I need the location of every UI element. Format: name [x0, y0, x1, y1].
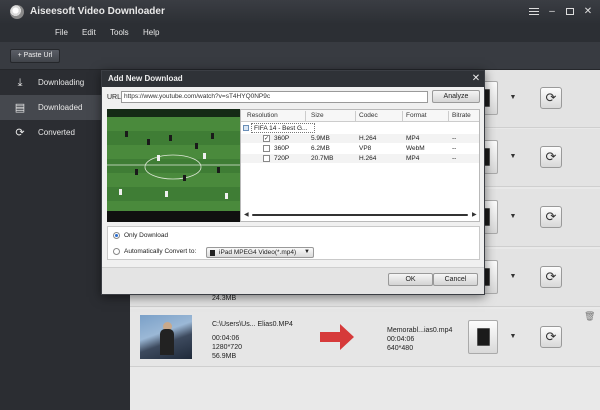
close-icon[interactable]: ✕: [468, 71, 484, 87]
refresh-icon[interactable]: ⟳: [540, 87, 562, 109]
source-resolution: 1280*720: [212, 344, 242, 351]
refresh-icon[interactable]: ⟳: [540, 146, 562, 168]
refresh-icon[interactable]: ⟳: [540, 266, 562, 288]
list-item[interactable]: 🗑 C:\Users\Us... Elias0.MP4 00:04:06 128…: [130, 309, 600, 367]
sidebar-item-label: Converted: [38, 128, 75, 137]
chevron-down-icon[interactable]: ▼: [508, 208, 518, 226]
column-header[interactable]: Codec: [359, 112, 378, 119]
video-preview: [107, 109, 240, 222]
menu-file[interactable]: File: [55, 28, 68, 37]
sidebar-item-label: Downloading: [38, 78, 85, 87]
cell-format: MP4: [406, 155, 420, 162]
video-thumbnail: [140, 315, 192, 359]
column-header[interactable]: Bitrate: [452, 112, 471, 119]
output-duration: 00:04:06: [387, 336, 415, 343]
cell-codec: VP8: [359, 145, 372, 152]
horizontal-scrollbar[interactable]: ◀ ▶: [244, 211, 477, 218]
download-options: Only Download Automatically Convert to: …: [107, 226, 480, 260]
cell-resolution: 360P: [274, 145, 290, 152]
output-name: Memorabl...ias0.mp4: [387, 327, 453, 334]
device-profile-icon[interactable]: [468, 320, 498, 354]
analyze-button[interactable]: Analyze: [432, 90, 480, 103]
chevron-down-icon[interactable]: ▼: [508, 268, 518, 286]
menu-edit[interactable]: Edit: [82, 28, 96, 37]
sidebar-item-label: Downloaded: [38, 103, 83, 112]
auto-convert-label: Automatically Convert to:: [124, 248, 197, 255]
cancel-button[interactable]: Cancel: [433, 273, 478, 286]
tree-expand-icon[interactable]: [243, 125, 249, 131]
menu-help[interactable]: Help: [143, 28, 159, 37]
table-row[interactable]: 360P 6.2MB VP8 WebM --: [241, 144, 479, 153]
dialog-footer: OK Cancel: [102, 267, 484, 294]
auto-convert-radio[interactable]: [113, 248, 120, 255]
cell-format: WebM: [406, 145, 425, 152]
convert-profile-value: iPad MPEG4 Video(*.mp4): [219, 249, 297, 256]
convert-icon: ⟳: [15, 127, 25, 139]
title-bar: Aiseesoft Video Downloader – ✕: [0, 0, 600, 24]
only-download-radio[interactable]: [113, 232, 120, 239]
cell-bitrate: --: [452, 155, 457, 162]
download-icon: ⤓: [17, 77, 23, 89]
window-close-icon[interactable]: ✕: [582, 6, 594, 18]
only-download-label: Only Download: [124, 232, 169, 239]
cell-codec: H.264: [359, 155, 377, 162]
source-path: C:\Users\Us... Elias0.MP4: [212, 321, 293, 328]
ipad-icon: [210, 250, 215, 256]
chevron-down-icon[interactable]: ▼: [508, 328, 518, 346]
app-logo-icon: [10, 5, 24, 19]
downloaded-list-icon: ▤: [14, 102, 26, 114]
dialog-title: Add New Download: [102, 71, 484, 87]
toolbar: + Paste Url: [0, 42, 600, 70]
format-table: Resolution Size Codec Format Bitrate FIF…: [240, 109, 480, 222]
cell-resolution: 720P: [274, 155, 290, 162]
cell-format: MP4: [406, 135, 420, 142]
cell-size: 5.9MB: [311, 135, 330, 142]
paste-url-button[interactable]: + Paste Url: [10, 49, 60, 63]
maximize-icon[interactable]: [564, 6, 576, 18]
table-row[interactable]: 720P 20.7MB H.264 MP4 --: [241, 154, 479, 163]
checkbox-icon[interactable]: [263, 155, 270, 162]
source-duration: 00:04:06: [212, 335, 240, 342]
minimize-icon[interactable]: –: [546, 6, 558, 18]
scroll-right-icon[interactable]: ▶: [472, 211, 477, 218]
cell-bitrate: --: [452, 135, 457, 142]
checkbox-icon[interactable]: [263, 145, 270, 152]
chevron-down-icon: ▼: [304, 249, 310, 255]
soccer-pitch-image: [107, 109, 240, 222]
hamburger-menu-icon[interactable]: [528, 6, 540, 18]
url-input[interactable]: https://www.youtube.com/watch?v=sT4HYQ0N…: [121, 91, 428, 103]
source-size: 24.3MB: [212, 295, 237, 302]
chevron-down-icon[interactable]: ▼: [508, 148, 518, 166]
column-header[interactable]: Size: [311, 112, 324, 119]
column-header[interactable]: Format: [406, 112, 427, 119]
app-window: Aiseesoft Video Downloader – ✕ File Edit…: [0, 0, 600, 410]
table-row[interactable]: ✓ 360P 5.9MB H.264 MP4 --: [241, 134, 479, 143]
convert-profile-select[interactable]: iPad MPEG4 Video(*.mp4) ▼: [206, 247, 314, 258]
menu-bar: File Edit Tools Help: [0, 24, 600, 42]
column-header[interactable]: Resolution: [247, 112, 278, 119]
table-header: Resolution Size Codec Format Bitrate: [241, 110, 479, 122]
checkbox-checked-icon[interactable]: ✓: [263, 135, 270, 142]
cell-codec: H.264: [359, 135, 377, 142]
cell-size: 20.7MB: [311, 155, 334, 162]
app-title: Aiseesoft Video Downloader: [30, 6, 165, 17]
refresh-icon[interactable]: ⟳: [540, 206, 562, 228]
trash-icon[interactable]: 🗑: [584, 311, 595, 322]
cell-size: 6.2MB: [311, 145, 330, 152]
source-size: 56.9MB: [212, 353, 237, 360]
refresh-icon[interactable]: ⟳: [540, 326, 562, 348]
video-group-name: FIFA 14 - Best G...: [251, 123, 315, 133]
scroll-left-icon[interactable]: ◀: [244, 211, 249, 218]
output-resolution: 640*480: [387, 345, 414, 352]
arrow-right-icon: [320, 324, 354, 350]
menu-tools[interactable]: Tools: [110, 28, 129, 37]
ok-button[interactable]: OK: [388, 273, 433, 286]
cell-bitrate: --: [452, 145, 457, 152]
add-new-download-dialog: Add New Download ✕ URL: https://www.yout…: [101, 70, 485, 295]
chevron-down-icon[interactable]: ▼: [508, 89, 518, 107]
cell-resolution: 360P: [274, 135, 290, 142]
